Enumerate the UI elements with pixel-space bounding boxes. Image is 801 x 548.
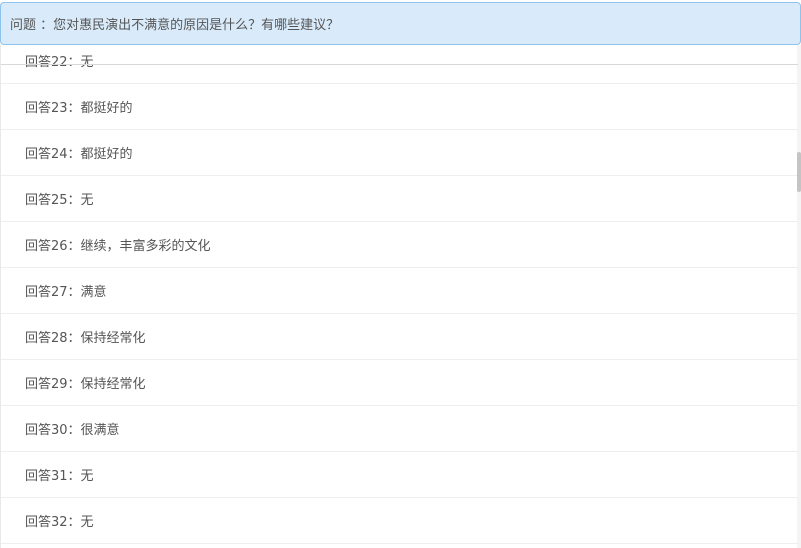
- answer-text: 回答26：继续，丰富多彩的文化: [25, 239, 211, 254]
- answer-list-viewport[interactable]: 回答22：无 回答23：都挺好的 回答24：都挺好的 回答25：无 回答26：继…: [0, 45, 801, 548]
- answer-text: 回答24：都挺好的: [25, 147, 133, 162]
- answer-item: 回答30：很满意: [1, 406, 798, 452]
- answer-text: 回答29：保持经常化: [25, 377, 146, 392]
- question-header: 问题 ：您对惠民演出不满意的原因是什么？有哪些建议？: [0, 2, 801, 45]
- answer-list: 回答22：无 回答23：都挺好的 回答24：都挺好的 回答25：无 回答26：继…: [1, 45, 798, 544]
- list-divider: [1, 64, 798, 65]
- survey-answer-panel: 问题 ：您对惠民演出不满意的原因是什么？有哪些建议？ 回答22：无 回答23：都…: [0, 0, 801, 548]
- answer-text: 回答28：保持经常化: [25, 331, 146, 346]
- answer-item: 回答25：无: [1, 176, 798, 222]
- answer-text: 回答25：无: [25, 193, 94, 208]
- question-text: 问题 ：您对惠民演出不满意的原因是什么？有哪些建议？: [10, 18, 340, 33]
- answer-item: 回答26：继续，丰富多彩的文化: [1, 222, 798, 268]
- answer-text: 回答23：都挺好的: [25, 101, 133, 116]
- scrollbar-track[interactable]: [797, 45, 801, 548]
- answer-item: 回答27：满意: [1, 268, 798, 314]
- answer-item: 回答24：都挺好的: [1, 130, 798, 176]
- answer-text: 回答30：很满意: [25, 423, 120, 438]
- answer-item: 回答29：保持经常化: [1, 360, 798, 406]
- answer-text: 回答32：无: [25, 515, 94, 530]
- answer-item: 回答32：无: [1, 498, 798, 544]
- answer-text: 回答27：满意: [25, 285, 107, 300]
- answer-item: 回答23：都挺好的: [1, 84, 798, 130]
- answer-text: 回答22：无: [25, 55, 94, 70]
- answer-item: 回答31：无: [1, 452, 798, 498]
- answer-text: 回答31：无: [25, 469, 94, 484]
- scrollbar-thumb[interactable]: [797, 152, 801, 192]
- answer-item: 回答28：保持经常化: [1, 314, 798, 360]
